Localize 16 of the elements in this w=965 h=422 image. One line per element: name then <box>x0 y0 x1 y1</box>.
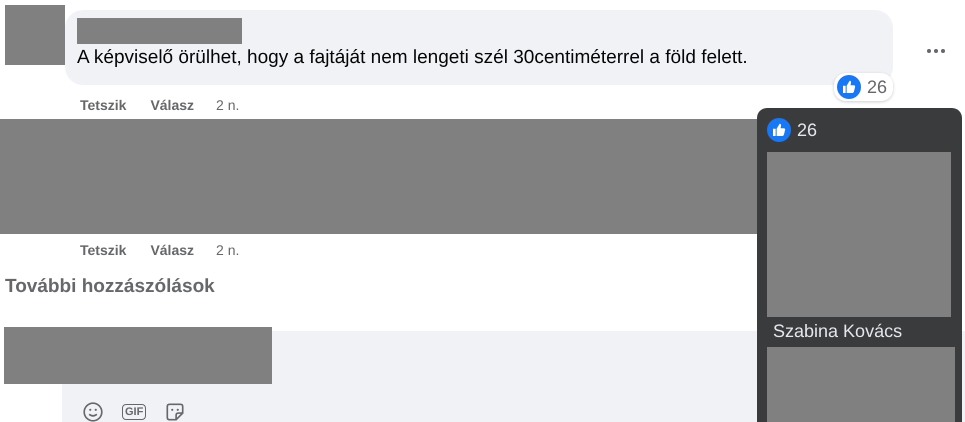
sticker-icon[interactable] <box>164 401 186 422</box>
comment-text: A képviselő örülhet, hogy a fajtáját nem lengeti szél 30centiméterrel a föld felett. <box>77 47 749 69</box>
gif-button[interactable]: GIF <box>122 404 146 420</box>
comment-time: 2 n. <box>216 242 240 258</box>
like-icon <box>836 75 861 99</box>
like-icon <box>767 118 791 142</box>
comment-time: 2 n. <box>216 97 240 113</box>
reply-link[interactable]: Válasz <box>150 97 194 113</box>
redacted-avatar <box>5 5 65 65</box>
reaction-count[interactable]: 26 <box>834 73 893 101</box>
more-comments-link[interactable]: További hozzászólások <box>5 276 965 298</box>
like-link[interactable]: Tetszik <box>80 97 126 113</box>
reaction-total: 26 <box>797 120 818 140</box>
like-link[interactable]: Tetszik <box>80 242 126 258</box>
reply-link[interactable]: Válasz <box>150 242 194 258</box>
emoji-icon[interactable] <box>82 401 104 422</box>
